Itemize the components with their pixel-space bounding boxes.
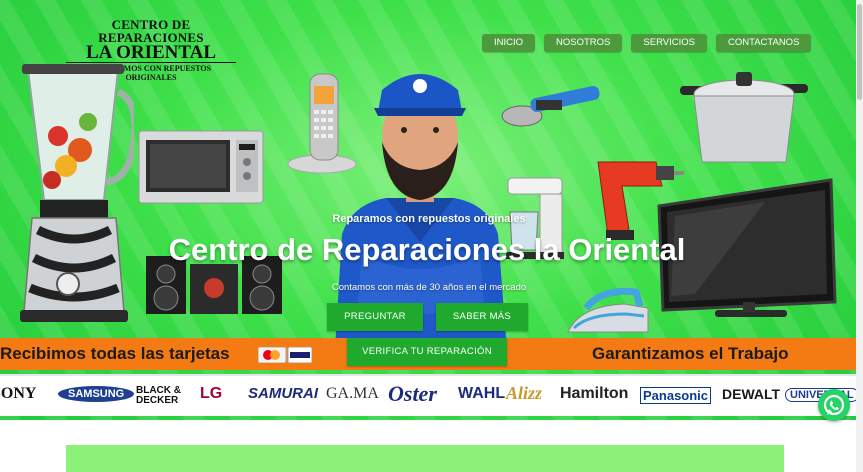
nav-contactanos[interactable]: CONTACTANOS (715, 34, 812, 52)
logo-line-2: LA ORIENTAL (85, 42, 217, 63)
scrollbar-thumb[interactable] (857, 4, 862, 100)
microwave-image (138, 130, 264, 204)
banner-guarantee-text: Garantizamos el Trabajo (592, 344, 789, 363)
hero-subtitle: Reparamos con repuestos originales (332, 213, 526, 225)
content-section-box (66, 445, 784, 472)
pressure-cooker-image (680, 72, 808, 163)
nav-nosotros[interactable]: NOSOTROS (544, 34, 623, 52)
whatsapp-icon (823, 394, 845, 416)
hero-tagline: Contamos con más de 30 años en el mercad… (331, 282, 527, 293)
brand-samsung: SAMSUNG (58, 386, 135, 402)
brand-black-decker: BLACK & DECKER (136, 385, 181, 406)
brand-samurai: SAMURAI (248, 385, 318, 402)
brand-dewalt: DEWALT (722, 386, 781, 402)
brand-hamilton: Hamilton (560, 385, 629, 402)
verifica-reparacion-button[interactable]: VERIFICA TU REPARACIÓN (347, 338, 507, 366)
blender-image (20, 64, 134, 322)
preguntar-button[interactable]: PREGUNTAR (327, 303, 423, 331)
brand-wahl: WAHL (458, 385, 506, 402)
brand-lg: LG (200, 385, 223, 402)
credit-cards-icon (258, 347, 312, 363)
whatsapp-button[interactable] (818, 389, 850, 421)
hero-title: Centro de Reparaciones la Oriental (168, 232, 686, 267)
banner-cards-text: Recibimos todas las tarjetas (0, 344, 230, 363)
logo-line-1: CENTRO DE REPARACIONES (98, 17, 204, 45)
brand-alizz: Alizz (506, 383, 543, 403)
brand-logos-strip: SONY SAMSUNG BLACK & DECKER LG SAMURAI G… (0, 374, 856, 416)
nav-inicio[interactable]: INICIO (482, 34, 536, 52)
brand-panasonic: Panasonic (640, 387, 712, 404)
brand-sony: SONY (0, 385, 37, 402)
iron-image (567, 287, 649, 333)
saber-mas-button[interactable]: SABER MÁS (436, 303, 528, 331)
brand-oster: Oster (388, 381, 437, 406)
brand-gama: GA.MA (326, 385, 379, 402)
main-nav: INICIO NOSOTROS SERVICIOS CONTACTANOS (482, 34, 812, 52)
page-scrollbar[interactable] (856, 0, 863, 472)
nav-servicios[interactable]: SERVICIOS (631, 34, 707, 52)
angle-grinder-image (501, 85, 600, 127)
